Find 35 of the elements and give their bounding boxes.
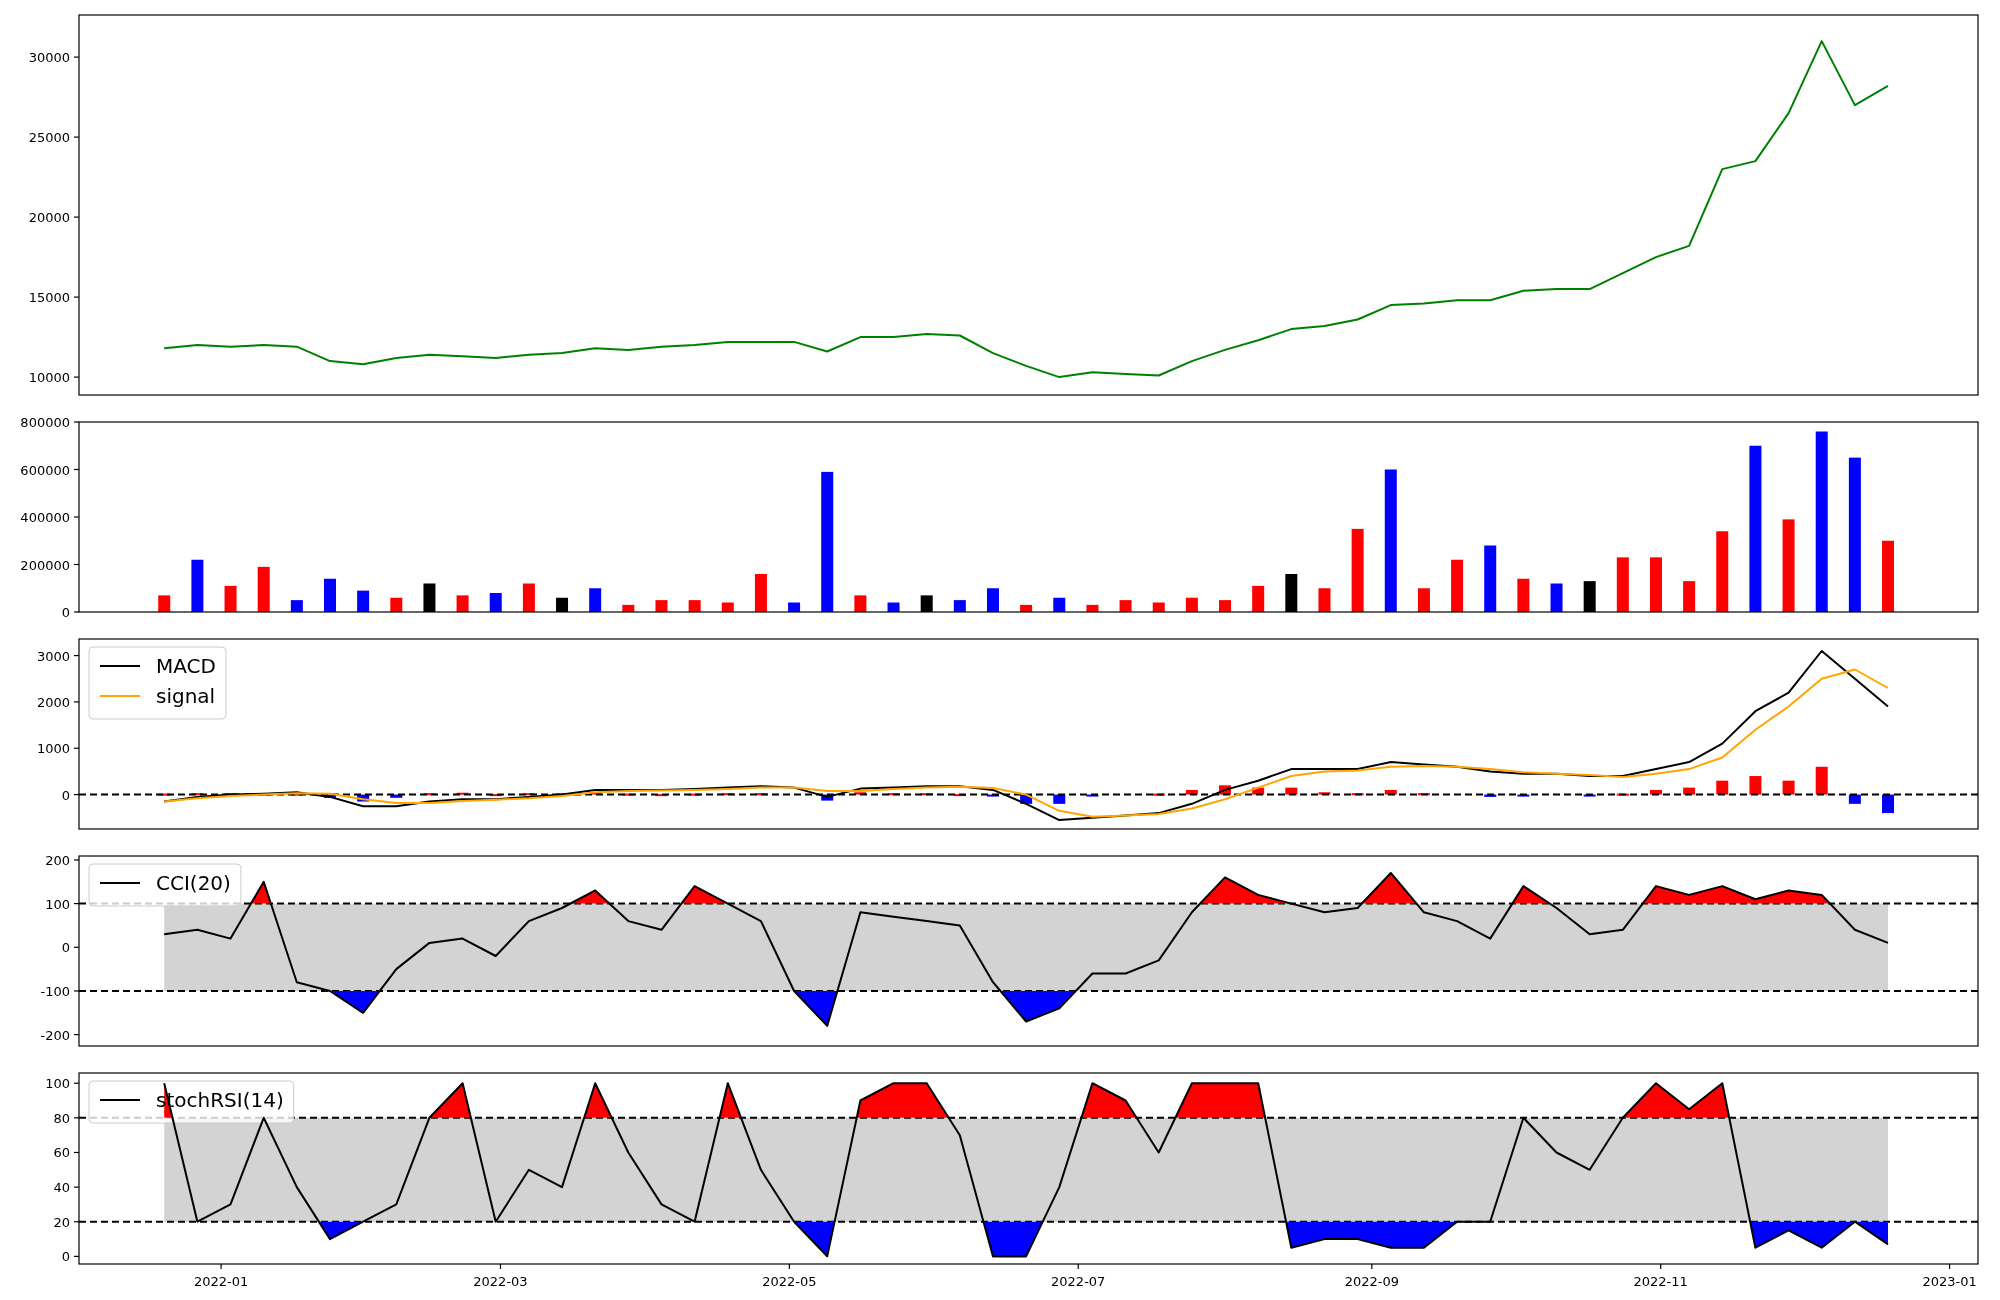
tick-label: 80 — [53, 1110, 70, 1126]
tick-label: 2022-03 — [473, 1274, 528, 1289]
legend-label: MACD — [156, 654, 216, 678]
legend-label: signal — [156, 684, 216, 708]
tick-label: 3000 — [36, 648, 70, 664]
tick-label: 1000 — [36, 741, 70, 757]
tick-label: 400000 — [20, 510, 70, 525]
tick-label: 2022-05 — [762, 1274, 817, 1289]
tick-label: 25000 — [28, 130, 70, 146]
tick-label: 100 — [45, 1076, 70, 1092]
tick-label: 600000 — [20, 462, 70, 478]
tick-label: 200 — [45, 852, 70, 868]
legend-label: CCI(20) — [156, 871, 231, 895]
tick-label: 0 — [61, 1249, 70, 1265]
tick-label: 0 — [61, 940, 70, 956]
tick-label: 20 — [53, 1214, 70, 1230]
tick-label: 10000 — [28, 370, 70, 386]
tick-label: 40 — [53, 1180, 70, 1196]
tick-label: 0 — [61, 605, 70, 620]
tick-label: 2022-01 — [193, 1274, 249, 1289]
tick-label: 2023-01 — [1922, 1274, 1977, 1289]
tick-label: 15000 — [28, 290, 70, 306]
tick-label: 800000 — [20, 415, 70, 430]
tick-label: 2022-09 — [1344, 1274, 1399, 1289]
tick-label: 0 — [61, 787, 70, 803]
tick-label: 2022-11 — [1633, 1274, 1688, 1289]
tick-label: 60 — [53, 1145, 70, 1161]
tick-label: 30000 — [28, 50, 70, 66]
tick-label: 100 — [45, 896, 70, 912]
tick-label: 2000 — [36, 694, 70, 710]
tick-label: -100 — [40, 983, 70, 999]
tick-label: 200000 — [20, 557, 70, 573]
tick-label: -200 — [40, 1027, 70, 1043]
tick-label: 20000 — [28, 210, 70, 226]
tick-label: 2022-07 — [1051, 1274, 1106, 1289]
